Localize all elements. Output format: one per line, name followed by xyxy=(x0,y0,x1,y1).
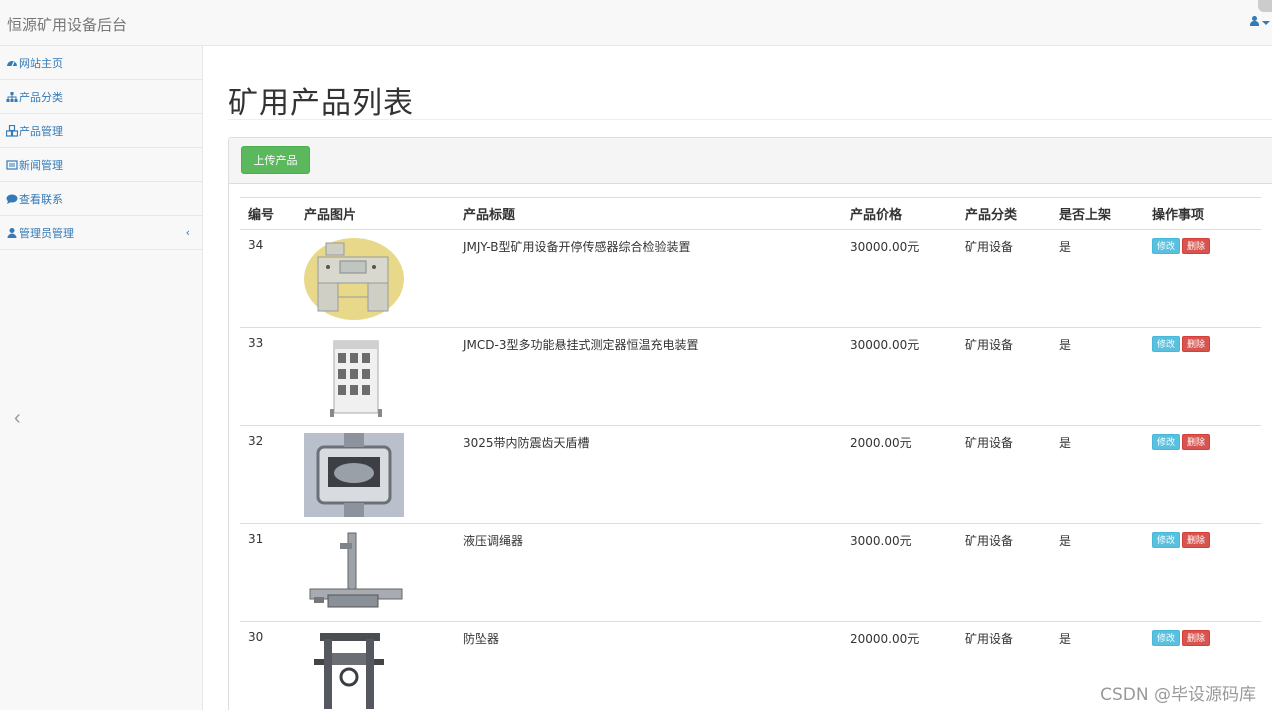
charging-rack-image xyxy=(304,335,404,419)
dashboard-icon xyxy=(6,57,18,69)
cable-trough-image xyxy=(304,433,404,517)
delete-button[interactable]: 删除 xyxy=(1182,434,1211,450)
column-header-price: 产品价格 xyxy=(842,197,957,230)
user-menu[interactable] xyxy=(1250,0,1272,44)
cell-title: 3025带内防震齿天盾槽 xyxy=(455,425,842,524)
cell-listed: 是 xyxy=(1051,229,1144,328)
watermark: CSDN @毕设源码库 xyxy=(1100,685,1256,705)
cell-listed: 是 xyxy=(1051,523,1144,622)
table-row: 32 3025带内防震齿天盾槽 2000.00元 矿用设备 是 修改 删除 xyxy=(240,425,1261,524)
table-row: 33 JMCD-3型多功能悬挂式测定器恒温充电装置 30000.00元 矿用设备… xyxy=(240,327,1261,426)
sensor-test-device-image xyxy=(304,237,404,321)
column-header-id: 编号 xyxy=(240,197,296,230)
cell-category: 矿用设备 xyxy=(957,229,1051,328)
edit-button[interactable]: 修改 xyxy=(1152,434,1181,450)
column-header-image: 产品图片 xyxy=(296,197,455,230)
product-table: 编号 产品图片 产品标题 产品价格 产品分类 是否上架 操作事项 34 JMJY… xyxy=(240,197,1261,710)
table-row: 34 JMJY-B型矿用设备开停传感器综合检验装置 30000.00元 矿用设备… xyxy=(240,229,1261,328)
column-header-actions: 操作事项 xyxy=(1144,197,1261,230)
cell-id: 31 xyxy=(240,523,296,622)
cell-category: 矿用设备 xyxy=(957,425,1051,524)
corner-tab xyxy=(1258,0,1272,12)
sidebar-item-label: 查看联系 xyxy=(19,192,63,206)
edit-button[interactable]: 修改 xyxy=(1152,336,1181,352)
sidebar-item-contacts[interactable]: 查看联系 xyxy=(0,182,202,216)
cell-title: 液压调绳器 xyxy=(455,523,842,622)
sidebar: 网站主页 产品分类 产品管理 新闻管理 查看联系 管理员管理 ‹ ‹ xyxy=(0,46,203,710)
sidebar-item-label: 网站主页 xyxy=(19,56,63,70)
sidebar-item-categories[interactable]: 产品分类 xyxy=(0,80,202,114)
caret-down-icon[interactable] xyxy=(1262,21,1270,25)
delete-button[interactable]: 删除 xyxy=(1182,336,1211,352)
main-content: 矿用产品列表 上传产品 编号 产品图片 产品标题 产品价格 产品分类 是否上架 … xyxy=(203,46,1272,710)
sidebar-item-home[interactable]: 网站主页 xyxy=(0,46,202,80)
top-navbar: 恒源矿用设备后台 xyxy=(0,0,1272,46)
cell-title: JMJY-B型矿用设备开停传感器综合检验装置 xyxy=(455,229,842,328)
delete-button[interactable]: 删除 xyxy=(1182,532,1211,548)
newspaper-icon xyxy=(6,159,18,171)
column-header-listed: 是否上架 xyxy=(1051,197,1144,230)
sidebar-item-products[interactable]: 产品管理 xyxy=(0,114,202,148)
cubes-icon xyxy=(6,124,18,137)
delete-button[interactable]: 删除 xyxy=(1182,630,1211,646)
cell-listed: 是 xyxy=(1051,327,1144,426)
fall-arrester-image xyxy=(304,629,404,710)
cell-category: 矿用设备 xyxy=(957,523,1051,622)
panel-heading: 上传产品 xyxy=(229,138,1272,184)
user-icon[interactable] xyxy=(1250,16,1259,27)
product-panel: 上传产品 编号 产品图片 产品标题 产品价格 产品分类 是否上架 操作事项 34 xyxy=(228,137,1272,710)
chevron-left-icon[interactable]: ‹ xyxy=(186,226,190,239)
cell-category: 矿用设备 xyxy=(957,327,1051,426)
column-header-title: 产品标题 xyxy=(455,197,842,230)
sidebar-item-label: 新闻管理 xyxy=(19,158,63,172)
sidebar-item-label: 管理员管理 xyxy=(19,226,74,240)
cell-price: 20000.00元 xyxy=(842,621,957,710)
comment-icon xyxy=(6,193,18,205)
cell-title: JMCD-3型多功能悬挂式测定器恒温充电装置 xyxy=(455,327,842,426)
hydraulic-rope-adjuster-image xyxy=(304,531,404,615)
cell-id: 33 xyxy=(240,327,296,426)
collapse-sidebar-icon[interactable]: ‹ xyxy=(14,406,28,430)
cell-id: 30 xyxy=(240,621,296,710)
user-icon xyxy=(6,227,18,239)
cell-title: 防坠器 xyxy=(455,621,842,710)
cell-category: 矿用设备 xyxy=(957,621,1051,710)
edit-button[interactable]: 修改 xyxy=(1152,238,1181,254)
edit-button[interactable]: 修改 xyxy=(1152,532,1181,548)
sidebar-item-admins[interactable]: 管理员管理 ‹ xyxy=(0,216,202,250)
sidebar-item-label: 产品管理 xyxy=(19,124,63,138)
cell-id: 34 xyxy=(240,229,296,328)
upload-product-button[interactable]: 上传产品 xyxy=(241,146,310,174)
cell-price: 2000.00元 xyxy=(842,425,957,524)
sidebar-item-news[interactable]: 新闻管理 xyxy=(0,148,202,182)
table-row: 31 液压调绳器 3000.00元 矿用设备 是 修改 删除 xyxy=(240,523,1261,622)
table-header-row: 编号 产品图片 产品标题 产品价格 产品分类 是否上架 操作事项 xyxy=(240,197,1261,230)
cell-id: 32 xyxy=(240,425,296,524)
cell-price: 30000.00元 xyxy=(842,327,957,426)
sidebar-item-label: 产品分类 xyxy=(19,90,63,104)
divider xyxy=(228,119,1272,120)
page-title: 矿用产品列表 xyxy=(228,86,414,121)
column-header-category: 产品分类 xyxy=(957,197,1051,230)
cell-price: 3000.00元 xyxy=(842,523,957,622)
edit-button[interactable]: 修改 xyxy=(1152,630,1181,646)
sitemap-icon xyxy=(6,91,18,103)
brand-title[interactable]: 恒源矿用设备后台 xyxy=(7,14,127,35)
delete-button[interactable]: 删除 xyxy=(1182,238,1211,254)
cell-listed: 是 xyxy=(1051,425,1144,524)
cell-price: 30000.00元 xyxy=(842,229,957,328)
